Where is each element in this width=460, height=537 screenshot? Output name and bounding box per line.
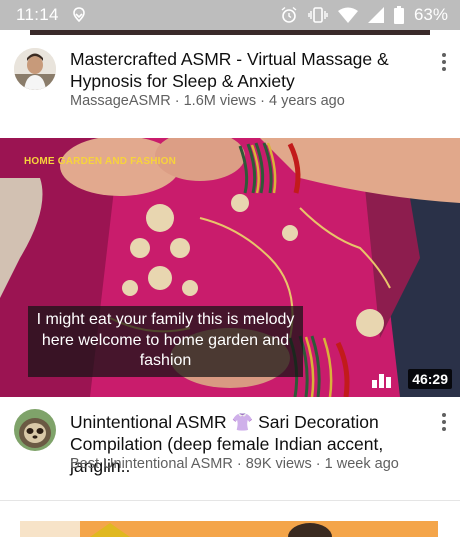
location-icon — [73, 7, 85, 23]
audio-bars-icon — [372, 374, 391, 388]
previous-video-thumbnail-edge[interactable] — [30, 30, 430, 35]
status-time: 11:14 — [16, 5, 59, 24]
video-title[interactable]: Mastercrafted ASMR - Virtual Massage & H… — [70, 48, 420, 92]
video-item[interactable]: Mastercrafted ASMR - Virtual Massage & H… — [0, 40, 460, 120]
video-meta: MassageASMR · 1.6M views · 4 years ago — [70, 93, 345, 109]
battery-icon — [393, 6, 404, 24]
video-meta: Best Unintentional ASMR · 89K views · 1 … — [70, 456, 399, 472]
channel-avatar[interactable] — [14, 48, 56, 90]
battery-percent: 63% — [413, 5, 448, 24]
video-duration: 46:29 — [408, 369, 452, 389]
channel-brand-text: HOME GARDEN AND FASHION — [24, 156, 177, 167]
alarm-icon — [281, 6, 297, 23]
more-options-icon[interactable] — [438, 51, 450, 73]
signal-icon — [367, 7, 384, 23]
channel-avatar[interactable] — [14, 409, 56, 451]
video-thumbnail[interactable]: HOME GARDEN AND FASHION I might eat your… — [0, 138, 460, 397]
more-options-icon[interactable] — [438, 411, 450, 433]
wifi-icon — [337, 7, 358, 23]
next-video-thumbnail[interactable] — [20, 521, 438, 537]
video-item[interactable]: Unintentional ASMR 👚 Sari Decoration Com… — [0, 405, 460, 485]
vibrate-icon — [308, 7, 328, 23]
status-bar: 11:14 63% — [0, 0, 460, 30]
divider — [0, 500, 460, 501]
thumbnail-caption: I might eat your family this is melody h… — [28, 306, 303, 377]
